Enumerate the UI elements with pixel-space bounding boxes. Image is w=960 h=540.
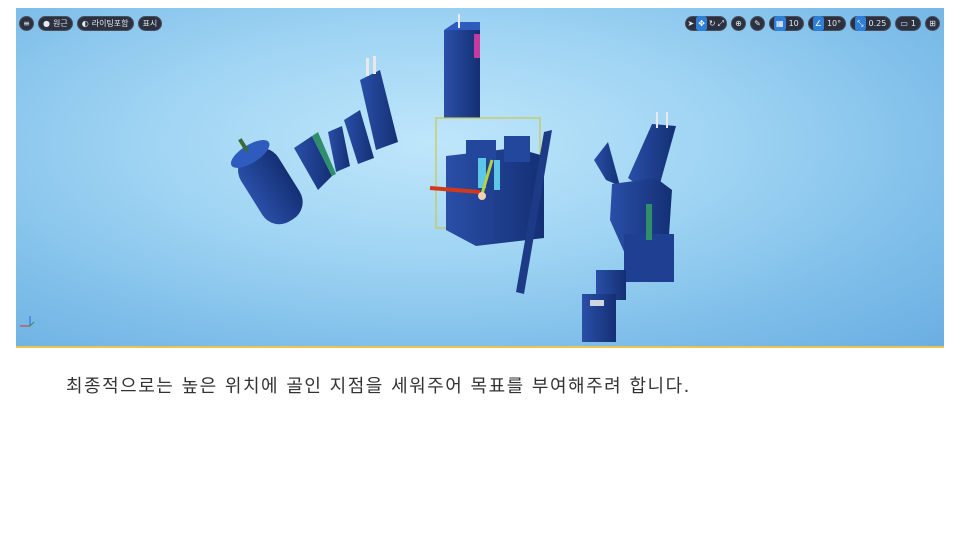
selected-building[interactable] bbox=[429, 117, 544, 246]
right-wedge[interactable] bbox=[594, 142, 620, 186]
right-low-block[interactable] bbox=[582, 270, 626, 342]
level-scene[interactable] bbox=[16, 8, 944, 346]
editor-viewport[interactable]: ≡ ● 원근 ◐ 라이팅포함 표시 ➤ ✥ ↻ ⤢ ⊕ ✎ ▦ 10 ∠ 10°… bbox=[16, 8, 944, 346]
caption-text: 최종적으로는 높은 위치에 골인 지점을 세워주어 목표를 부여해주려 합니다. bbox=[66, 376, 691, 397]
central-tower[interactable] bbox=[444, 14, 480, 118]
axis-gizmo-icon bbox=[20, 316, 35, 327]
cylinder-platform[interactable] bbox=[222, 127, 310, 232]
viewport-underline bbox=[16, 346, 944, 348]
right-block-cluster[interactable] bbox=[610, 178, 674, 282]
tilted-block-1[interactable] bbox=[294, 132, 336, 190]
